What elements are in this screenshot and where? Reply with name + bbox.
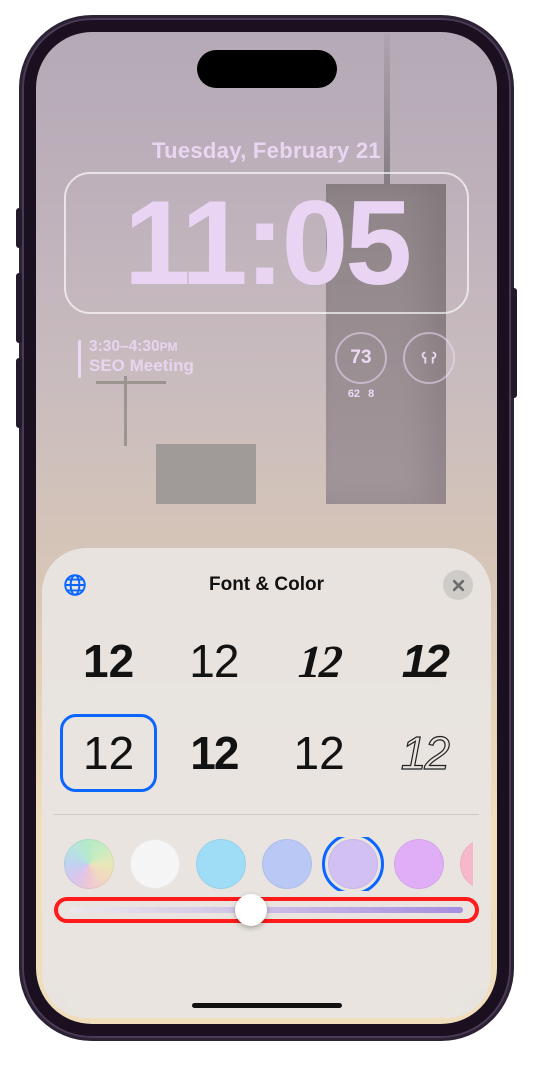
wallpaper-spire [384, 34, 390, 194]
close-button[interactable] [443, 570, 473, 600]
silent-switch [16, 208, 22, 248]
font-grid: 1212121212121212 [60, 622, 473, 792]
font-option-0[interactable]: 12 [60, 622, 157, 700]
calendar-widget[interactable]: 3:30–4:30PM SEO Meeting [78, 338, 194, 378]
slider-track[interactable] [70, 907, 463, 913]
font-option-2[interactable]: 12 [268, 622, 371, 700]
font-option-5[interactable]: 12 [165, 714, 262, 792]
font-option-6[interactable]: 12 [271, 714, 368, 792]
color-swatch-sky[interactable] [196, 839, 246, 889]
lockscreen-widgets[interactable]: 3:30–4:30PM SEO Meeting 73 62 8 [78, 328, 455, 388]
home-indicator[interactable] [192, 1003, 342, 1008]
calendar-time-range: 3:30–4:30 [89, 338, 160, 355]
font-option-3[interactable]: 12 [376, 622, 473, 700]
font-option-7[interactable]: 12 [376, 714, 473, 792]
color-swatch-lavender[interactable] [328, 839, 378, 889]
volume-up-button [16, 273, 22, 343]
airpods-widget[interactable] [403, 332, 455, 384]
close-icon [452, 579, 465, 592]
font-option-4[interactable]: 12 [60, 714, 157, 792]
dynamic-island [197, 50, 337, 88]
iphone-frame: Tuesday, February 21 11:05 3:30–4:30PM S… [22, 18, 511, 1038]
airpods-icon [418, 347, 440, 369]
screen: Tuesday, February 21 11:05 3:30–4:30PM S… [36, 32, 497, 1024]
font-color-sheet: Font & Color 1212121212121212 [42, 548, 491, 1018]
weather-high: 8 [368, 388, 374, 400]
lockscreen-clock-frame[interactable]: 11:05 [64, 172, 469, 314]
color-intensity-slider[interactable] [60, 907, 473, 913]
calendar-bar-icon [78, 340, 81, 378]
globe-button[interactable] [60, 570, 90, 600]
globe-icon [62, 572, 88, 598]
weather-widget[interactable]: 73 62 8 [335, 332, 387, 384]
sheet-title: Font & Color [209, 574, 324, 596]
slider-thumb[interactable] [235, 894, 267, 926]
divider [54, 814, 479, 815]
lockscreen-date[interactable]: Tuesday, February 21 [36, 138, 497, 164]
color-swatch-blue[interactable] [262, 839, 312, 889]
wallpaper-building [156, 444, 256, 504]
color-swatch-purple[interactable] [394, 839, 444, 889]
color-swatch-pink[interactable] [460, 839, 473, 889]
weather-low: 62 [348, 388, 360, 400]
calendar-title: SEO Meeting [89, 356, 194, 376]
color-swatch-row[interactable] [60, 837, 473, 891]
volume-down-button [16, 358, 22, 428]
lockscreen-clock: 11:05 [124, 183, 409, 303]
color-swatch-rainbow[interactable] [64, 839, 114, 889]
font-option-1[interactable]: 12 [165, 622, 262, 700]
power-button [511, 288, 517, 398]
color-swatch-white[interactable] [130, 839, 180, 889]
calendar-ampm: PM [160, 340, 178, 354]
weather-temp: 73 [350, 347, 371, 369]
